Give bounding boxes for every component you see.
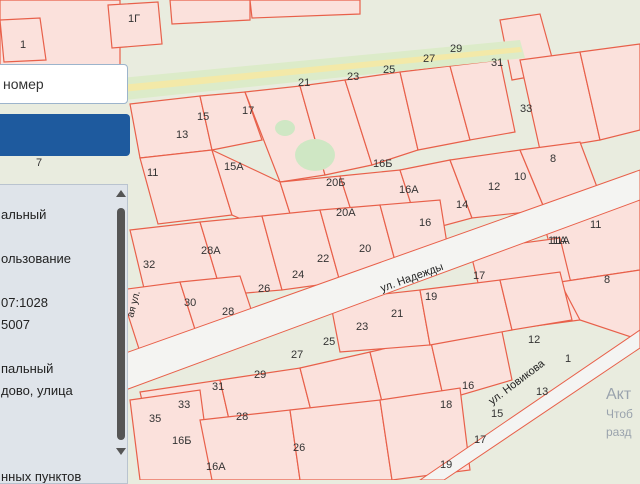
parcel[interactable] — [499, 271, 573, 331]
plot-number-label: 1 — [565, 353, 571, 365]
plot-number-label: 10 — [514, 171, 526, 183]
plot-number-label: 16Б — [172, 435, 191, 447]
plot-number-label: 11 — [590, 219, 601, 231]
panel-scrollbar[interactable] — [117, 208, 125, 440]
plot-number-label: 25 — [383, 64, 395, 76]
plot-number-label: 18 — [440, 399, 452, 411]
plot-number-label: 13 — [536, 386, 548, 398]
watermark-line: разд — [606, 425, 632, 439]
plot-number-label: 29 — [450, 43, 462, 55]
search-button[interactable] — [0, 114, 130, 156]
plot-number-label: 16А — [399, 184, 419, 196]
scroll-up-icon[interactable] — [116, 190, 126, 197]
plot-number-label: 7 — [36, 157, 42, 169]
plot-number-label: 27 — [423, 53, 435, 65]
plot-number-label: 28 — [222, 306, 234, 318]
plot-number-label: 19 — [425, 291, 437, 303]
plot-number-label: 32 — [143, 259, 155, 271]
plot-number-label: 20Б — [326, 177, 345, 189]
search-input[interactable]: номер — [0, 64, 128, 104]
plot-number-label: 15А — [224, 161, 244, 173]
parcel[interactable] — [169, 0, 251, 25]
plot-number-label: 31 — [212, 381, 224, 393]
panel-line: нных пунктов — [1, 469, 82, 484]
plot-number-label: 21 — [391, 308, 403, 320]
plot-number-label: 19 — [440, 459, 452, 471]
plot-number-label: 12 — [528, 334, 540, 346]
plot-number-label: 20А — [336, 207, 356, 219]
plot-number-label: 1 — [20, 39, 26, 51]
plot-number-label: 28А — [201, 245, 221, 257]
plot-number-label: 22 — [317, 253, 329, 265]
activation-watermark: Акт Чтоб разд — [606, 384, 633, 441]
plot-number-label: 35 — [149, 413, 161, 425]
plot-number-label: 15 — [197, 111, 209, 123]
plot-number-label: 1Г — [128, 13, 140, 25]
parcel[interactable] — [107, 1, 163, 49]
plot-number-label: 28 — [236, 411, 248, 423]
plot-number-label: 16 — [462, 380, 474, 392]
plot-number-label: 8 — [550, 153, 556, 165]
scroll-down-icon[interactable] — [116, 448, 126, 455]
plot-number-label: 13 — [176, 129, 188, 141]
plot-number-label: 24 — [292, 269, 304, 281]
plot-number-label: 16Б — [373, 158, 392, 170]
plot-number-label: 12 — [488, 181, 500, 193]
plot-number-label: 16А — [206, 461, 226, 473]
plot-number-label: 31 — [491, 57, 503, 69]
parcel[interactable] — [129, 95, 213, 159]
watermark-line: Акт — [606, 386, 632, 403]
info-panel: альный ользование 07:1028 5007 пальный д… — [0, 184, 128, 484]
parcel[interactable] — [289, 399, 393, 480]
search-placeholder: номер — [3, 76, 44, 92]
panel-line: ользование — [1, 251, 72, 266]
panel-line: дово, улица — [1, 383, 73, 398]
plot-number-label: 17 — [242, 105, 254, 117]
plot-number-label: 26 — [293, 442, 305, 454]
plot-number-label: 8 — [604, 274, 610, 286]
plot-number-label: 30 — [184, 297, 196, 309]
panel-line: 5007 — [1, 317, 30, 332]
plot-number-label: 11А — [548, 235, 567, 247]
plot-number-label: 21 — [298, 77, 310, 89]
plot-number-label: 23 — [347, 71, 359, 83]
panel-line: альный — [1, 207, 47, 222]
panel-line: пальный — [1, 361, 54, 376]
plot-number-label: 14 — [456, 199, 468, 211]
plot-number-label: 23 — [356, 321, 368, 333]
plot-number-label: 29 — [254, 369, 266, 381]
plot-number-label: 15 — [491, 408, 503, 420]
plot-number-label: 33 — [520, 103, 532, 115]
plot-number-label: 17 — [473, 270, 485, 282]
plot-number-label: 33 — [178, 399, 190, 411]
plot-number-label: 16 — [419, 217, 431, 229]
plot-number-label: 26 — [258, 283, 270, 295]
parcel[interactable] — [129, 389, 213, 480]
plot-number-label: 25 — [323, 336, 335, 348]
panel-line: 07:1028 — [1, 295, 48, 310]
plot-number-label: 27 — [291, 349, 303, 361]
plot-number-label: 17 — [474, 434, 486, 446]
plot-number-label: 11 — [147, 167, 158, 179]
plot-number-label: 20 — [359, 243, 371, 255]
watermark-line: Чтоб — [606, 407, 633, 421]
